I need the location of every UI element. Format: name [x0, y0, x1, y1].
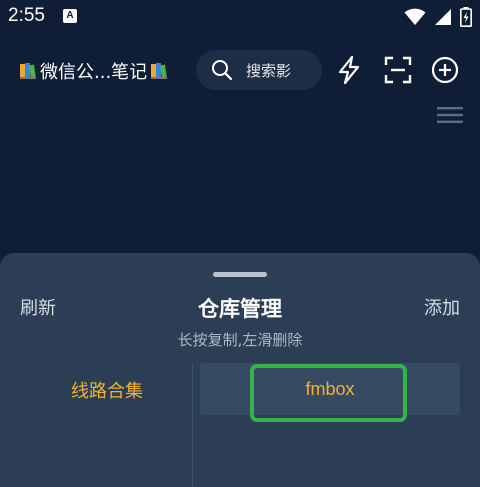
- search-placeholder: 搜索影: [246, 61, 292, 80]
- group-item-routes[interactable]: 线路合集: [40, 377, 174, 403]
- search-box[interactable]: 搜索影: [196, 50, 322, 90]
- status-bar: 2:55 A: [0, 0, 480, 36]
- battery-icon: [460, 7, 472, 27]
- sheet-title: 仓库管理: [198, 297, 282, 321]
- wifi-icon: [404, 8, 426, 25]
- lightning-icon[interactable]: [333, 54, 365, 86]
- repository-sheet: 刷新 仓库管理 添加 长按复制,左滑删除 线路合集 fmbox: [0, 253, 480, 487]
- add-circle-icon[interactable]: [429, 54, 461, 86]
- scan-icon[interactable]: [382, 54, 414, 86]
- app-title-text: 微信公...笔记: [40, 62, 148, 83]
- signal-icon: [435, 9, 451, 25]
- system-icons: [404, 6, 472, 28]
- column-divider: [192, 363, 193, 487]
- sheet-hint: 长按复制,左滑删除: [177, 331, 303, 349]
- notification-badge: A: [63, 9, 77, 23]
- app-title[interactable]: 微信公...笔记: [18, 58, 169, 84]
- status-time: 2:55: [8, 5, 45, 26]
- highlight-box: [250, 364, 407, 422]
- books-icon: [20, 63, 36, 80]
- search-icon: [212, 60, 233, 81]
- menu-icon[interactable]: [437, 106, 463, 124]
- top-bar: 微信公...笔记 搜索影: [0, 44, 480, 96]
- books-icon: [151, 63, 168, 80]
- drag-handle[interactable]: [213, 272, 267, 277]
- add-button[interactable]: 添加: [424, 294, 460, 320]
